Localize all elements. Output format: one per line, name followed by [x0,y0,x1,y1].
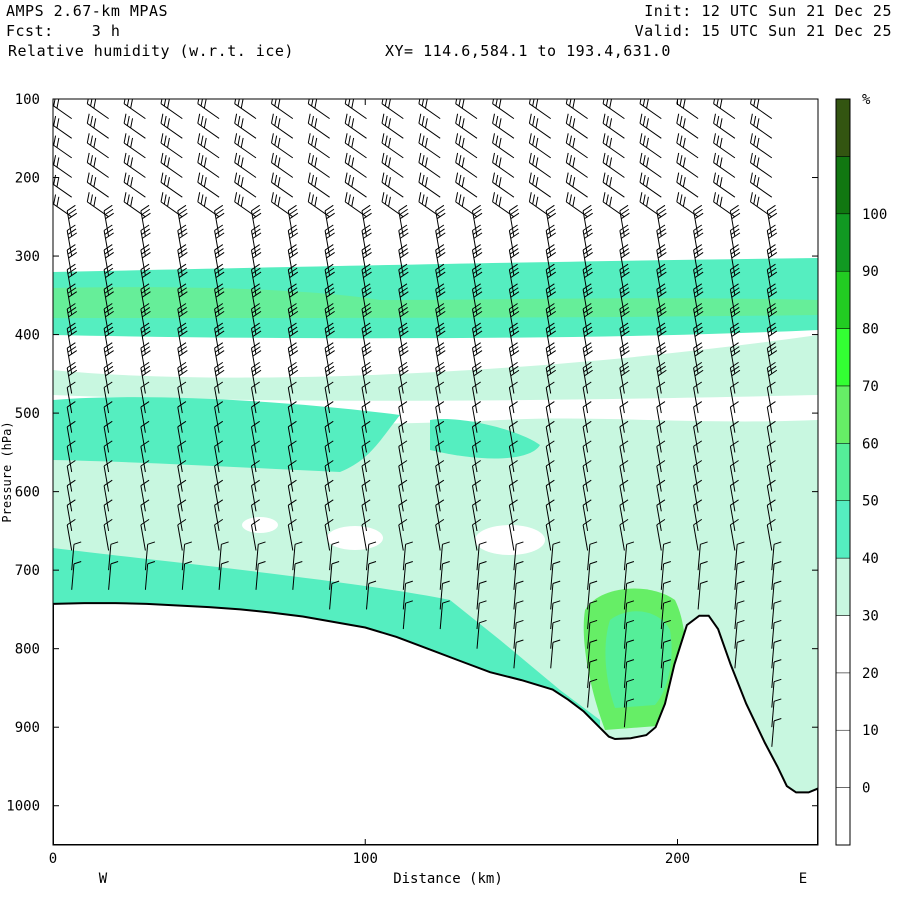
colorbar-swatch [835,328,851,387]
wind-barb [676,99,699,100]
colorbar-swatch [835,615,851,674]
wind-barb [566,99,588,100]
colorbar-label: 100 [862,207,887,223]
wind-barb [87,99,109,100]
x-tick-label: 0 [49,851,57,867]
y-tick-label: 900 [15,720,40,736]
wind-barb [418,99,441,100]
colorbar-swatch [835,729,851,788]
colorbar-label: 20 [862,666,879,682]
wind-barb [750,99,773,100]
plot-area [53,99,818,845]
colorbar-swatch [835,443,851,501]
colorbar-swatch [835,156,851,215]
wind-barb [123,99,146,100]
x-end-label-east: E [799,871,807,887]
wind-barb [234,99,257,100]
wind-barb [639,99,662,100]
wind-barb [381,99,404,100]
colorbar-unit: % [862,92,871,108]
colorbar-swatch [835,787,851,846]
y-tick-label: 300 [15,249,40,265]
colorbar: 0 10 20 30 40 50 60 70 80 90 100 [835,98,887,846]
y-tick-label: 400 [15,328,40,344]
colorbar-label: 30 [862,609,879,625]
wind-barb [602,99,625,100]
wind-barb [53,99,72,100]
colorbar-label: 60 [862,436,879,452]
wind-barb [492,99,515,100]
y-tick-label: 200 [15,171,40,187]
x-tick-label: 200 [665,851,690,867]
y-tick-label: 800 [15,642,40,658]
y-tick-label: 500 [15,406,40,422]
wind-barb [344,99,367,100]
wind-barb [455,99,478,100]
x-axis-label: Distance (km) [393,871,503,887]
y-tick-label: 1000 [6,799,40,815]
y-axis-label: Pressure (hPa) [0,421,14,522]
wind-barb [197,99,220,100]
x-tick-label: 100 [353,851,378,867]
y-tick-label: 600 [15,485,40,501]
rh-dry-pocket-c [242,517,278,533]
wind-barb [160,99,183,100]
wind-barb [713,99,736,100]
colorbar-label: 90 [862,264,879,280]
colorbar-swatch [835,98,851,157]
y-tick-label: 700 [15,563,40,579]
wind-barb [529,99,551,100]
colorbar-label: 0 [862,781,870,797]
colorbar-swatch [835,672,851,731]
colorbar-label: 10 [862,723,879,739]
colorbar-swatch [835,557,851,616]
colorbar-label: 40 [862,551,879,567]
colorbar-label: 50 [862,494,879,510]
colorbar-swatch [835,213,851,272]
colorbar-label: 80 [862,322,879,338]
y-tick-label: 100 [15,92,40,108]
colorbar-swatch [835,500,851,559]
wind-barb [271,99,294,100]
cross-section-chart: 1002003004005006007008009001000 0 100 200 … [0,92,887,887]
colorbar-swatch [835,385,851,444]
colorbar-swatch [835,270,851,329]
wind-barb [308,99,330,100]
colorbar-label: 70 [862,379,879,395]
rh-dry-pocket-a [327,526,383,550]
x-end-label-west: W [99,871,108,887]
